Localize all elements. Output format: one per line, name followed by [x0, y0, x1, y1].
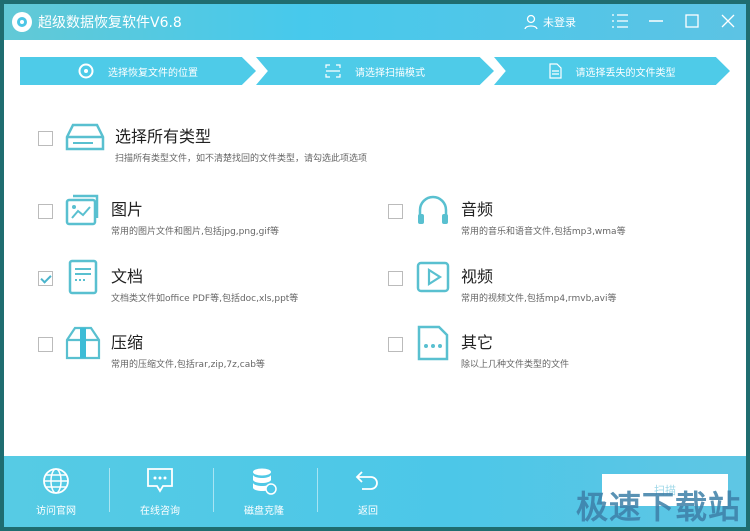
option-title: 音频: [461, 200, 494, 219]
disk-clone-button[interactable]: 磁盘克隆: [214, 466, 314, 517]
step-file-type: 请选择丢失的文件类型: [494, 57, 730, 85]
close-icon: [721, 14, 735, 27]
maximize-button[interactable]: [674, 13, 710, 32]
option-other[interactable]: 其它除以上几种文件类型的文件: [388, 325, 569, 370]
checkbox-archive[interactable]: [38, 337, 53, 352]
menu-icon: [612, 13, 628, 28]
back-button[interactable]: 返回: [318, 466, 418, 517]
disc-icon: [78, 63, 94, 79]
document-icon: [68, 259, 98, 295]
option-audio[interactable]: 音频常用的音乐和语音文件,包括mp3,wma等: [388, 192, 626, 237]
drive-icon: [65, 123, 105, 151]
globe-icon: [43, 468, 69, 494]
option-desc: 常用的压缩文件,包括rar,zip,7z,cab等: [111, 360, 265, 370]
title-bar: 超级数据恢复软件V6.8 未登录: [4, 4, 746, 40]
user-icon: [524, 14, 538, 30]
option-all-types[interactable]: 选择所有类型扫描所有类型文件，如不清楚找回的文件类型，请勾选此项选项: [38, 119, 367, 164]
footer-bar: 访问官网 在线咨询 磁盘克隆 返回 扫描 极速下载站: [4, 456, 746, 527]
option-desc: 除以上几种文件类型的文件: [461, 360, 570, 370]
option-desc: 常用的图片文件和图片,包括jpg,png,gif等: [111, 227, 280, 237]
visit-website-button[interactable]: 访问官网: [6, 466, 106, 517]
video-icon: [416, 261, 450, 293]
button-label: 访问官网: [36, 506, 76, 517]
option-title: 图片: [111, 200, 144, 219]
checkbox-audio[interactable]: [388, 204, 403, 219]
checkbox-all-types[interactable]: [38, 131, 53, 146]
button-label: 在线咨询: [140, 506, 180, 517]
option-desc: 扫描所有类型文件，如不清楚找回的文件类型，请勾选此项选项: [115, 154, 368, 164]
more-file-icon: [417, 325, 449, 361]
maximize-icon: [685, 13, 699, 28]
button-label: 返回: [358, 506, 378, 517]
option-title: 压缩: [111, 333, 144, 352]
app-window: 超级数据恢复软件V6.8 未登录 选择恢复文件的位置 请选择扫描模式 请选择丢失…: [4, 4, 746, 527]
login-label: 未登录: [543, 16, 576, 29]
step-location: 选择恢复文件的位置: [20, 57, 256, 85]
option-archive[interactable]: 压缩常用的压缩文件,包括rar,zip,7z,cab等: [38, 325, 265, 370]
checkbox-video[interactable]: [388, 271, 403, 286]
step-bar: 选择恢复文件的位置 请选择扫描模式 请选择丢失的文件类型: [20, 57, 730, 85]
undo-icon: [355, 471, 378, 490]
option-document[interactable]: 文档文档类文件如office PDF等,包括doc,xls,ppt等: [38, 259, 298, 304]
headphones-icon: [418, 195, 448, 224]
chat-icon: [147, 468, 173, 493]
option-title: 其它: [461, 333, 494, 352]
login-button[interactable]: 未登录: [523, 14, 576, 30]
menu-button[interactable]: [602, 13, 638, 32]
option-desc: 文档类文件如office PDF等,包括doc,xls,ppt等: [111, 294, 299, 304]
option-title: 视频: [461, 267, 494, 286]
document-icon: [548, 63, 562, 79]
checkbox-other[interactable]: [388, 337, 403, 352]
minimize-icon: [649, 19, 663, 22]
option-image[interactable]: 图片常用的图片文件和图片,包括jpg,png,gif等: [38, 192, 279, 237]
checkbox-document[interactable]: [38, 271, 53, 286]
button-label: 磁盘克隆: [244, 506, 284, 517]
minimize-button[interactable]: [638, 13, 674, 32]
checkbox-image[interactable]: [38, 204, 53, 219]
option-title: 选择所有类型: [115, 127, 212, 146]
watermark: 极速下载站: [576, 488, 742, 526]
close-button[interactable]: [710, 13, 746, 32]
app-title: 超级数据恢复软件V6.8: [38, 15, 182, 31]
step-label: 选择恢复文件的位置: [108, 67, 198, 79]
option-desc: 常用的视频文件,包括mp4,rmvb,avi等: [461, 294, 617, 304]
scan-icon: [325, 64, 341, 78]
step-label: 请选择扫描模式: [355, 67, 425, 79]
image-icon: [65, 194, 99, 226]
option-desc: 常用的音乐和语音文件,包括mp3,wma等: [461, 227, 626, 237]
app-logo-icon: [12, 12, 32, 32]
option-title: 文档: [111, 267, 144, 286]
step-label: 请选择丢失的文件类型: [575, 67, 676, 79]
step-scan-mode: 请选择扫描模式: [256, 57, 494, 85]
option-video[interactable]: 视频常用的视频文件,包括mp4,rmvb,avi等: [388, 259, 616, 304]
archive-icon: [65, 326, 101, 360]
database-icon: [253, 468, 277, 495]
online-consult-button[interactable]: 在线咨询: [110, 466, 210, 517]
